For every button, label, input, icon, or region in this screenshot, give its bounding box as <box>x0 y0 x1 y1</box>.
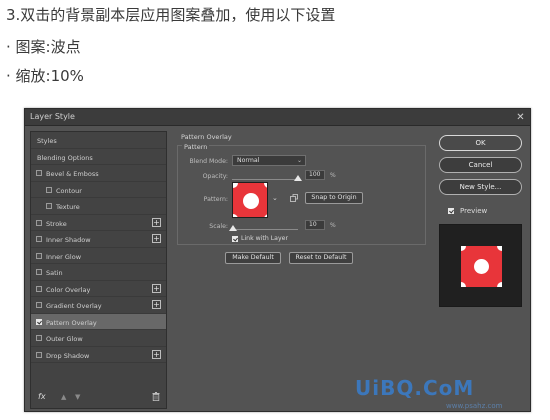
snap-to-origin-button[interactable]: Snap to Origin <box>305 192 363 204</box>
scale-slider-track[interactable] <box>232 229 298 230</box>
style-checkbox[interactable] <box>36 236 42 242</box>
preview-label: Preview <box>460 207 488 215</box>
pattern-group-frame: Pattern Blend Mode: Normal ⌄ Opacity: 10… <box>177 143 426 245</box>
style-item[interactable]: Bevel & Emboss <box>31 165 166 182</box>
style-checkbox[interactable] <box>36 170 42 176</box>
style-item-label: Outer Glow <box>46 335 83 343</box>
style-item-label: Color Overlay <box>46 285 91 294</box>
layer-style-dialog: Layer Style ✕ Styles Blending Options Beve… <box>24 108 531 412</box>
style-checkbox[interactable] <box>36 252 42 259</box>
style-item[interactable]: Styles <box>31 132 166 149</box>
style-item[interactable]: Satin <box>31 264 166 281</box>
add-effect-icon[interactable]: + <box>152 217 161 227</box>
style-checkbox[interactable] <box>36 351 42 358</box>
style-item[interactable]: Stroke + <box>31 215 166 231</box>
opacity-slider-thumb[interactable] <box>294 175 302 181</box>
opacity-unit: % <box>330 172 336 179</box>
add-effect-icon[interactable]: + <box>152 349 161 359</box>
style-item-label: Gradient Overlay <box>46 302 102 310</box>
style-item-label: Stroke <box>46 219 67 228</box>
scale-slider-thumb[interactable] <box>228 225 237 231</box>
style-item-label: Styles <box>37 137 57 145</box>
blend-mode-value: Normal <box>237 157 260 164</box>
preview-checkbox[interactable] <box>448 208 454 214</box>
setting-scale: · 缩放:10% <box>6 67 84 85</box>
polka-dot-preview-icon <box>461 246 502 287</box>
style-checkbox[interactable] <box>36 318 42 325</box>
preview-swatch <box>461 246 502 287</box>
make-default-button[interactable]: Make Default <box>225 252 281 264</box>
style-item-label: Texture <box>56 203 80 211</box>
style-checkbox[interactable] <box>36 335 42 341</box>
style-item[interactable]: Contour <box>31 182 166 198</box>
group-title: Pattern <box>182 143 210 151</box>
style-item-label: Drop Shadow <box>46 351 90 360</box>
style-item-label: Blending Options <box>37 153 93 162</box>
pattern-picker[interactable] <box>232 182 268 218</box>
opacity-slider-track[interactable] <box>232 179 298 180</box>
style-item[interactable]: Drop Shadow + <box>31 347 166 363</box>
ok-button[interactable]: OK <box>439 135 522 151</box>
style-checkbox[interactable] <box>36 302 42 308</box>
style-checkbox[interactable] <box>36 219 42 226</box>
chevron-down-icon[interactable]: ⌄ <box>272 194 278 202</box>
setting-pattern: · 图案:波点 <box>6 38 81 56</box>
trash-icon[interactable] <box>152 392 160 401</box>
chevron-down-icon: ⌄ <box>296 157 302 164</box>
move-down-icon[interactable]: ▼ <box>75 393 80 401</box>
style-item-label: Bevel & Emboss <box>46 170 99 178</box>
blend-mode-label: Blend Mode: <box>189 158 228 165</box>
styles-list: Styles Blending Options Bevel & Emboss Cont… <box>30 131 167 409</box>
watermark-url: www.psahz.com <box>446 402 503 410</box>
style-item-label: Contour <box>56 186 82 195</box>
polka-dot-pattern-icon <box>233 183 267 217</box>
style-item-label: Satin <box>46 269 63 277</box>
style-checkbox[interactable] <box>36 269 42 275</box>
add-effect-icon[interactable]: + <box>152 283 161 293</box>
pattern-overlay-panel: Pattern Overlay Pattern Blend Mode: Norm… <box>171 131 432 409</box>
move-up-icon[interactable]: ▲ <box>61 393 66 401</box>
pattern-label: Pattern: <box>203 196 228 203</box>
style-item-label: Inner Glow <box>46 252 82 261</box>
style-item-label: Pattern Overlay <box>46 318 97 327</box>
styles-footer: fx ▲ ▼ <box>31 388 166 408</box>
actions-panel: OK Cancel New Style... Preview <box>434 131 528 409</box>
style-item[interactable]: Blending Options <box>31 149 166 165</box>
scale-label: Scale: <box>209 223 228 230</box>
style-item[interactable]: Color Overlay + <box>31 281 166 297</box>
blend-mode-select[interactable]: Normal ⌄ <box>232 155 306 166</box>
add-effect-icon[interactable]: + <box>152 300 161 309</box>
link-with-layer-label: Link with Layer <box>241 235 288 242</box>
style-checkbox[interactable] <box>46 186 52 193</box>
style-item[interactable]: Inner Shadow + <box>31 231 166 248</box>
dialog-title: Layer Style <box>30 112 75 121</box>
scale-input[interactable]: 10 <box>305 220 325 230</box>
style-item[interactable]: Texture <box>31 198 166 215</box>
scale-unit: % <box>330 222 336 229</box>
style-checkbox[interactable] <box>46 203 52 209</box>
dialog-titlebar: Layer Style ✕ <box>25 109 530 126</box>
tutorial-header: 3.双击的背景副本层应用图案叠加，使用以下设置 · 图案:波点 · 缩放:10% <box>0 0 550 100</box>
new-style-button[interactable]: New Style... <box>439 179 522 195</box>
style-item[interactable]: Inner Glow <box>31 248 166 264</box>
new-preset-icon[interactable] <box>290 194 298 202</box>
style-item-label: Inner Shadow <box>46 236 91 244</box>
fx-icon[interactable]: fx <box>38 392 46 401</box>
opacity-input[interactable]: 100 <box>305 170 325 180</box>
preview-thumbnail <box>439 224 522 307</box>
opacity-label: Opacity: <box>202 173 228 180</box>
reset-to-default-button[interactable]: Reset to Default <box>289 252 353 264</box>
add-effect-icon[interactable]: + <box>152 234 161 243</box>
cancel-button[interactable]: Cancel <box>439 157 522 173</box>
style-item[interactable]: Pattern Overlay <box>31 313 166 330</box>
style-item[interactable]: Outer Glow <box>31 330 166 347</box>
watermark-logo: UiBQ.CoM <box>355 376 475 400</box>
step-instruction: 3.双击的背景副本层应用图案叠加，使用以下设置 <box>6 6 336 24</box>
section-title: Pattern Overlay <box>181 133 232 141</box>
close-icon[interactable]: ✕ <box>515 112 526 123</box>
style-item[interactable]: Gradient Overlay + <box>31 297 166 314</box>
link-with-layer-checkbox[interactable] <box>232 236 238 242</box>
style-checkbox[interactable] <box>36 285 42 292</box>
